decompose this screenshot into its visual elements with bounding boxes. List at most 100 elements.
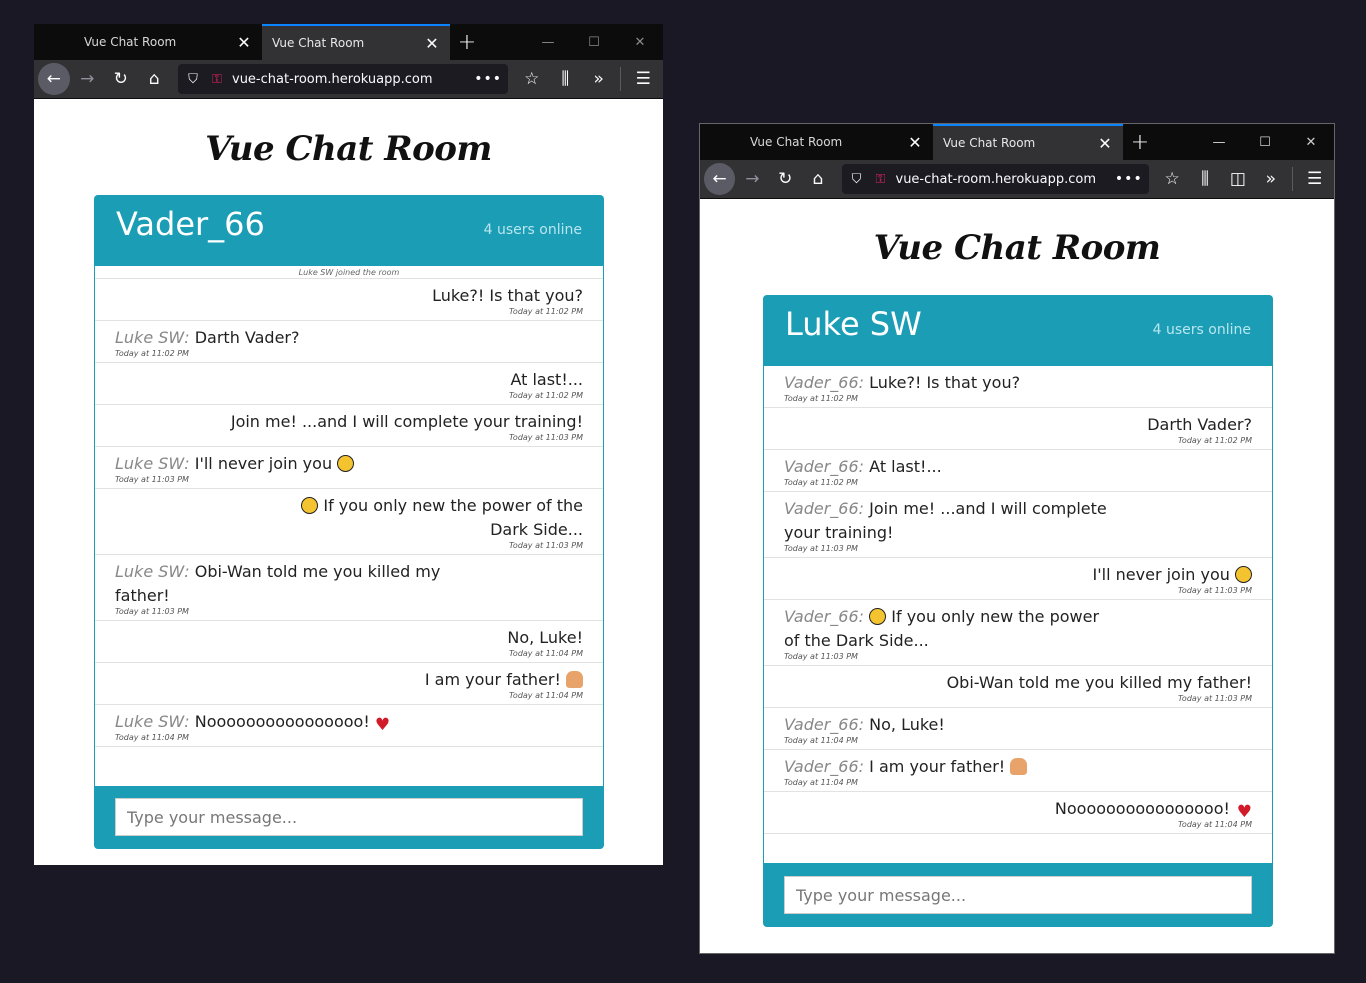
sidebar-icon[interactable]: ◫ bbox=[1222, 163, 1253, 195]
message-text: No, Luke! bbox=[507, 628, 583, 647]
message-time: Today at 11:04 PM bbox=[115, 733, 189, 742]
message-text: At last!... bbox=[869, 457, 942, 476]
browser-window-right: Vue Chat Room ✕ Vue Chat Room ✕ + — ☐ ✕ … bbox=[699, 123, 1335, 954]
person-gesturing-emoji-icon bbox=[1010, 758, 1028, 775]
insecure-lock-icon[interactable]: ⚿ bbox=[208, 72, 226, 87]
message-time: Today at 11:02 PM bbox=[115, 349, 189, 358]
message-author: Vader_66: bbox=[784, 715, 865, 734]
chat-header: Luke SW 4 users online bbox=[763, 295, 1273, 366]
message-time: Today at 11:03 PM bbox=[784, 544, 858, 553]
page-actions-icon[interactable]: ••• bbox=[474, 71, 502, 87]
message-list[interactable]: Luke SW joined the room Luke?! Is that y… bbox=[95, 266, 603, 786]
message-item: Join me! ...and I will complete your tra… bbox=[95, 405, 603, 447]
message-input[interactable] bbox=[784, 876, 1252, 914]
squinting-face-emoji-icon bbox=[337, 455, 355, 472]
browser-window-left: Vue Chat Room ✕ Vue Chat Room ✕ + — ☐ ✕ … bbox=[34, 24, 663, 865]
message-time: Today at 11:03 PM bbox=[784, 652, 858, 661]
message-item: Vader_66: If you only new the power of t… bbox=[764, 600, 1272, 666]
message-item: I am your father! Today at 11:04 PM bbox=[95, 663, 603, 705]
message-text: Join me! ...and I will complete your tra… bbox=[230, 412, 583, 431]
message-author: Vader_66: bbox=[784, 373, 865, 392]
page-title: Vue Chat Room bbox=[205, 129, 492, 169]
tab-inactive[interactable]: Vue Chat Room ✕ bbox=[740, 124, 933, 160]
url-text[interactable]: vue-chat-room.herokuapp.com bbox=[896, 172, 1109, 187]
tab-active[interactable]: Vue Chat Room ✕ bbox=[933, 124, 1123, 160]
tab-strip: Vue Chat Room ✕ Vue Chat Room ✕ + — ☐ ✕ bbox=[700, 124, 1334, 160]
new-tab-icon[interactable]: + bbox=[1123, 124, 1157, 160]
close-window-icon[interactable]: ✕ bbox=[1288, 124, 1334, 160]
maximize-icon[interactable]: ☐ bbox=[1242, 124, 1288, 160]
close-tab-icon[interactable]: ✕ bbox=[1097, 134, 1113, 153]
message-item: At last!... Today at 11:02 PM bbox=[95, 363, 603, 405]
home-icon[interactable]: ⌂ bbox=[803, 163, 834, 195]
online-count: 4 users online bbox=[1152, 322, 1251, 338]
back-icon[interactable]: ← bbox=[38, 63, 70, 95]
forward-icon[interactable]: → bbox=[72, 63, 104, 95]
home-icon[interactable]: ⌂ bbox=[139, 63, 171, 95]
toolbar-divider bbox=[1292, 167, 1294, 191]
message-item: If you only new the power of the Dark Si… bbox=[95, 489, 603, 555]
message-time: Today at 11:03 PM bbox=[1178, 694, 1252, 703]
shield-icon[interactable]: ⛉ bbox=[848, 172, 866, 187]
new-tab-icon[interactable]: + bbox=[450, 24, 484, 60]
tab-active[interactable]: Vue Chat Room ✕ bbox=[262, 24, 450, 60]
message-time: Today at 11:02 PM bbox=[784, 478, 858, 487]
message-author: Vader_66: bbox=[784, 607, 865, 626]
broken-heart-emoji-icon: ♥ bbox=[374, 715, 391, 735]
url-bar[interactable]: ⛉ ⚿ vue-chat-room.herokuapp.com ••• bbox=[841, 164, 1149, 194]
message-time: Today at 11:03 PM bbox=[509, 433, 583, 442]
maximize-icon[interactable]: ☐ bbox=[571, 24, 617, 60]
minimize-icon[interactable]: — bbox=[1196, 124, 1242, 160]
message-item: Vader_66: No, Luke! Today at 11:04 PM bbox=[764, 708, 1272, 750]
bookmark-star-icon[interactable]: ☆ bbox=[1157, 163, 1188, 195]
message-author: Luke SW: bbox=[115, 454, 190, 473]
message-item: Vader_66: I am your father! Today at 11:… bbox=[764, 750, 1272, 792]
message-time: Today at 11:04 PM bbox=[1178, 820, 1252, 829]
person-gesturing-emoji-icon bbox=[566, 671, 583, 688]
message-input[interactable] bbox=[115, 798, 583, 836]
hamburger-menu-icon[interactable]: ☰ bbox=[627, 63, 659, 95]
overflow-chevron-icon[interactable]: » bbox=[583, 63, 615, 95]
message-text: Noooooooooooooooo! bbox=[194, 712, 370, 731]
message-list[interactable]: Vader_66: Luke?! Is that you? Today at 1… bbox=[764, 366, 1272, 863]
insecure-lock-icon[interactable]: ⚿ bbox=[872, 172, 890, 187]
message-time: Today at 11:02 PM bbox=[509, 391, 583, 400]
message-text: If you only new the power of the Dark Si… bbox=[323, 496, 583, 539]
bookmark-star-icon[interactable]: ☆ bbox=[516, 63, 548, 95]
message-author: Luke SW: bbox=[115, 562, 190, 581]
tab-title: Vue Chat Room bbox=[943, 136, 1036, 150]
close-tab-icon[interactable]: ✕ bbox=[907, 133, 923, 152]
message-item: Luke?! Is that you? Today at 11:02 PM bbox=[95, 279, 603, 321]
toolbar-divider bbox=[620, 67, 622, 91]
sad-face-emoji-icon bbox=[301, 497, 319, 514]
shield-icon[interactable]: ⛉ bbox=[184, 72, 202, 87]
current-username: Luke SW bbox=[785, 305, 922, 343]
close-window-icon[interactable]: ✕ bbox=[617, 24, 663, 60]
back-icon[interactable]: ← bbox=[704, 163, 735, 195]
hamburger-menu-icon[interactable]: ☰ bbox=[1299, 163, 1330, 195]
message-composer bbox=[94, 786, 604, 849]
message-time: Today at 11:02 PM bbox=[1178, 436, 1252, 445]
message-text: I am your father! bbox=[424, 670, 561, 689]
nav-toolbar: ← → ↻ ⌂ ⛉ ⚿ vue-chat-room.herokuapp.com … bbox=[700, 160, 1334, 199]
url-text[interactable]: vue-chat-room.herokuapp.com bbox=[232, 72, 468, 87]
reload-icon[interactable]: ↻ bbox=[770, 163, 801, 195]
page-actions-icon[interactable]: ••• bbox=[1115, 171, 1143, 187]
tab-inactive[interactable]: Vue Chat Room ✕ bbox=[74, 24, 262, 60]
message-author: Vader_66: bbox=[784, 457, 865, 476]
library-icon[interactable]: ⫼ bbox=[549, 63, 581, 95]
message-time: Today at 11:02 PM bbox=[509, 307, 583, 316]
library-icon[interactable]: ⫼ bbox=[1190, 163, 1221, 195]
message-item: Obi-Wan told me you killed my father! To… bbox=[764, 666, 1272, 708]
close-tab-icon[interactable]: ✕ bbox=[424, 34, 440, 53]
page-content: Vue Chat Room Vader_66 4 users online Lu… bbox=[34, 99, 663, 865]
forward-icon[interactable]: → bbox=[737, 163, 768, 195]
message-time: Today at 11:03 PM bbox=[115, 607, 189, 616]
message-author: Vader_66: bbox=[784, 499, 865, 518]
minimize-icon[interactable]: — bbox=[525, 24, 571, 60]
close-tab-icon[interactable]: ✕ bbox=[236, 33, 252, 52]
overflow-chevron-icon[interactable]: » bbox=[1255, 163, 1286, 195]
url-bar[interactable]: ⛉ ⚿ vue-chat-room.herokuapp.com ••• bbox=[178, 64, 508, 94]
reload-icon[interactable]: ↻ bbox=[105, 63, 137, 95]
message-time: Today at 11:03 PM bbox=[1178, 586, 1252, 595]
